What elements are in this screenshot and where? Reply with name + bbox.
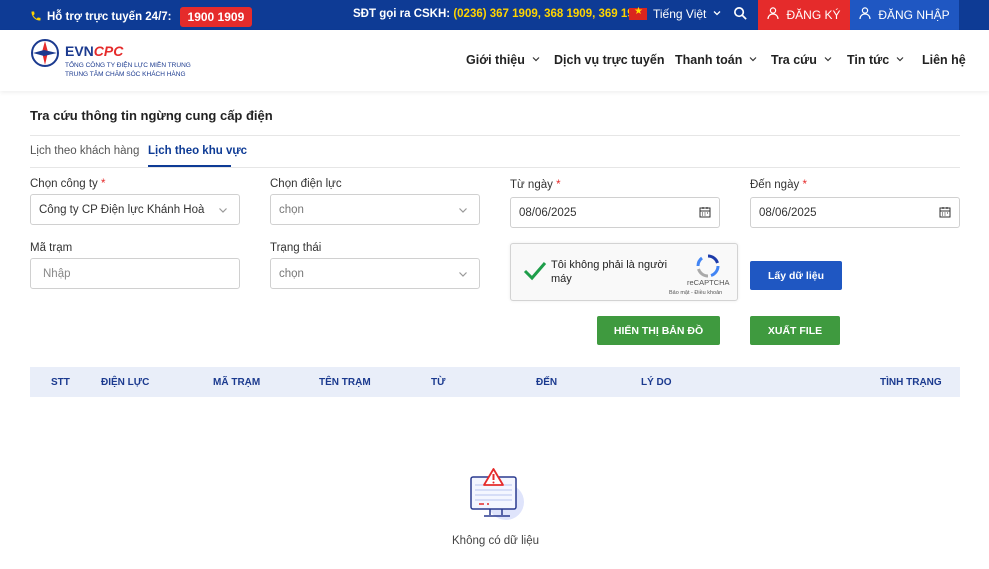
chevron-down-icon xyxy=(712,7,722,21)
hotline-label: Hỗ trợ trực tuyến 24/7: xyxy=(47,11,172,23)
nav-item-lookup[interactable]: Tra cứu xyxy=(771,53,833,67)
page-title: Tra cứu thông tin ngừng cung cấp điện xyxy=(30,108,273,123)
divider xyxy=(30,135,960,136)
column-header-station-code: MÃ TRẠM xyxy=(213,377,261,388)
vietnam-flag-icon xyxy=(629,6,647,20)
search-icon[interactable] xyxy=(733,6,748,24)
hotline: Hỗ trợ trực tuyến 24/7: 1900 1909 xyxy=(30,7,253,27)
chevron-down-icon xyxy=(748,53,758,67)
top-bar: Hỗ trợ trực tuyến 24/7: 1900 1909 SĐT gọ… xyxy=(0,0,989,30)
logo-subtitle: TỔNG CÔNG TY ĐIỆN LỰC MIỀN TRUNG TRUNG T… xyxy=(65,62,191,78)
tab-customer-schedule[interactable]: Lịch theo khách hàng xyxy=(30,145,139,157)
chevron-down-icon xyxy=(895,53,905,67)
status-select[interactable]: chọn xyxy=(270,258,480,289)
from-date-label: Từ ngày * xyxy=(510,179,561,191)
calendar-icon[interactable] xyxy=(699,206,711,221)
hotline-number[interactable]: 1900 1909 xyxy=(179,7,253,27)
evncpc-logo[interactable]: EVNCPC TỔNG CÔNG TY ĐIỆN LỰC MIỀN TRUNG … xyxy=(30,38,191,79)
tab-area-schedule[interactable]: Lịch theo khu vực xyxy=(148,145,247,157)
cskh-info: SĐT gọi ra CSKH: (0236) 367 1909, 368 19… xyxy=(353,8,646,20)
nav-item-payment[interactable]: Thanh toán xyxy=(675,53,758,67)
evn-emblem-icon xyxy=(30,38,60,79)
column-header-status: TÌNH TRẠNG xyxy=(880,377,942,388)
fetch-data-button[interactable]: Lấy dữ liệu xyxy=(750,261,842,290)
recaptcha-text: Tôi không phải là người máy xyxy=(551,259,668,285)
recaptcha-logo-icon xyxy=(696,254,720,281)
login-label: ĐĂNG NHẬP xyxy=(878,8,950,22)
station-code-input[interactable]: Nhập xyxy=(30,258,240,289)
user-icon xyxy=(859,7,871,23)
cskh-numbers: (0236) 367 1909, 368 1909, 369 1909 xyxy=(453,8,647,20)
export-file-button[interactable]: XUẤT FILE xyxy=(750,316,840,345)
warning-monitor-icon xyxy=(466,466,526,527)
phone-icon xyxy=(30,10,42,25)
column-header-power-company: ĐIỆN LỰC xyxy=(101,377,150,388)
login-button[interactable]: ĐĂNG NHẬP xyxy=(850,0,959,30)
to-date-input[interactable]: 08/06/2025 xyxy=(750,197,960,228)
register-button[interactable]: ĐĂNG KÝ xyxy=(758,0,850,30)
column-header-station-name: TÊN TRẠM xyxy=(319,377,371,388)
nav-item-intro[interactable]: Giới thiệu xyxy=(466,53,541,67)
register-label: ĐĂNG KÝ xyxy=(786,8,841,22)
chevron-down-icon xyxy=(823,53,833,67)
show-map-button[interactable]: HIỂN THỊ BẢN ĐỒ xyxy=(597,316,720,345)
nav-item-contact[interactable]: Liên hệ xyxy=(922,53,966,67)
logo-brand: EVNCPC xyxy=(65,43,124,59)
recaptcha-brand: reCAPTCHA xyxy=(687,278,730,287)
station-code-label: Mã trạm xyxy=(30,242,73,254)
recaptcha-links[interactable]: Bảo mật - Điều khoản xyxy=(669,290,722,296)
to-date-label: Đến ngày * xyxy=(750,179,807,191)
chevron-down-icon xyxy=(531,53,541,67)
nav-item-news[interactable]: Tin tức xyxy=(847,53,905,67)
power-company-select[interactable]: chọn xyxy=(270,194,480,225)
calendar-icon[interactable] xyxy=(939,206,951,221)
chevron-down-icon xyxy=(457,268,469,283)
column-header-from: TỪ xyxy=(431,377,446,388)
cskh-label: SĐT gọi ra CSKH: xyxy=(353,8,451,20)
main-header: EVNCPC TỔNG CÔNG TY ĐIỆN LỰC MIỀN TRUNG … xyxy=(0,30,989,91)
power-company-label: Chọn điện lực xyxy=(270,178,342,190)
status-label: Trạng thái xyxy=(270,242,322,254)
chevron-down-icon xyxy=(217,204,229,219)
recaptcha-widget[interactable]: Tôi không phải là người máy reCAPTCHA Bả… xyxy=(510,243,738,301)
nav-item-online-services[interactable]: Dịch vụ trực tuyến xyxy=(554,53,664,67)
column-header-stt: STT xyxy=(51,377,70,388)
column-header-to: ĐẾN xyxy=(536,377,558,388)
language-selector[interactable]: Tiếng Việt xyxy=(629,6,722,21)
empty-state-text: Không có dữ liệu xyxy=(452,535,539,547)
divider xyxy=(30,167,960,168)
company-label: Chọn công ty * xyxy=(30,178,106,190)
company-select[interactable]: Công ty CP Điện lực Khánh Hoà xyxy=(30,194,240,225)
checkmark-icon[interactable] xyxy=(523,261,547,284)
from-date-input[interactable]: 08/06/2025 xyxy=(510,197,720,228)
table-header: STT ĐIỆN LỰC MÃ TRẠM TÊN TRẠM TỪ ĐẾN LÝ … xyxy=(30,367,960,397)
chevron-down-icon xyxy=(457,204,469,219)
language-label: Tiếng Việt xyxy=(653,7,707,21)
user-icon xyxy=(767,7,780,23)
column-header-reason: LÝ DO xyxy=(641,377,672,388)
